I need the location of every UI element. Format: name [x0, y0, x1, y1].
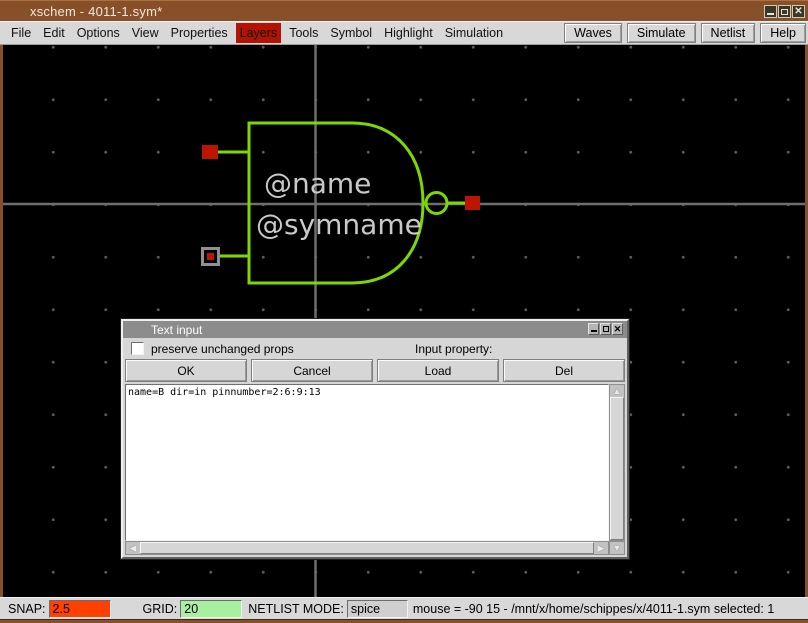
xschem-window: xschem - 4011-1.sym* ✕ File Edit Options…	[0, 0, 808, 623]
scroll-up-icon[interactable]: ▲	[610, 385, 624, 397]
horizontal-scrollbar[interactable]: ◀ ▶	[125, 541, 609, 555]
menu-simulation[interactable]: Simulation	[441, 23, 507, 43]
menu-view[interactable]: View	[128, 23, 163, 43]
maximize-icon[interactable]	[778, 5, 791, 18]
dialog-maximize-icon[interactable]	[600, 323, 611, 335]
menu-options[interactable]: Options	[73, 23, 124, 43]
pin-output[interactable]	[465, 196, 480, 210]
netlist-mode-input[interactable]: spice	[347, 600, 408, 618]
ok-button[interactable]: OK	[125, 359, 247, 382]
menu-layers[interactable]: Layers	[236, 23, 282, 43]
close-icon[interactable]: ✕	[792, 5, 805, 18]
mouse-coordinates-text: mouse = -90 15 - /mnt/x/home/schippes/x/…	[413, 602, 774, 616]
scroll-down-icon[interactable]: ▼	[609, 541, 625, 555]
horizontal-scroll-thumb[interactable]	[140, 542, 594, 554]
dialog-title: Text input	[151, 323, 202, 337]
pin-input-bottom[interactable]	[207, 253, 214, 260]
menu-file[interactable]: File	[7, 23, 35, 43]
statusbar: SNAP: 2.5 GRID: 20 NETLIST MODE: spice m…	[0, 597, 808, 619]
text-input-dialog: Text input ✕ preserve unchanged props In…	[121, 319, 629, 559]
menu-symbol[interactable]: Symbol	[326, 23, 376, 43]
symbol-name-label[interactable]: @name	[264, 167, 371, 200]
help-button[interactable]: Help	[760, 23, 806, 43]
cancel-button[interactable]: Cancel	[251, 359, 373, 382]
menu-properties[interactable]: Properties	[167, 23, 232, 43]
preserve-props-checkbox[interactable]	[131, 342, 144, 355]
dialog-titlebar[interactable]: Text input ✕	[123, 321, 627, 338]
load-button[interactable]: Load	[377, 359, 499, 382]
vertical-scroll-thumb[interactable]	[610, 397, 624, 540]
vertical-scrollbar[interactable]: ▲	[609, 384, 625, 541]
minimize-icon[interactable]	[764, 5, 777, 18]
pin-input-top[interactable]	[202, 145, 218, 159]
window-titlebar[interactable]: xschem - 4011-1.sym* ✕	[0, 0, 808, 21]
menu-highlight[interactable]: Highlight	[380, 23, 437, 43]
snap-input[interactable]: 2.5	[49, 600, 111, 618]
property-textarea[interactable]: name=B dir=in pinnumber=2:6:9:13	[125, 384, 609, 541]
dialog-minimize-icon[interactable]	[588, 323, 599, 335]
window-title: xschem - 4011-1.sym*	[30, 4, 162, 19]
input-property-label: Input property:	[415, 342, 492, 356]
symbol-symname-label[interactable]: @symname	[256, 208, 422, 241]
window-frame-bottom	[0, 619, 808, 623]
preserve-props-label: preserve unchanged props	[151, 342, 294, 356]
netlist-mode-label: NETLIST MODE:	[248, 602, 344, 616]
scroll-left-icon[interactable]: ◀	[126, 542, 140, 554]
netlist-button[interactable]: Netlist	[701, 23, 756, 43]
grid-input[interactable]: 20	[180, 600, 242, 618]
menu-edit[interactable]: Edit	[39, 23, 69, 43]
waves-button[interactable]: Waves	[564, 23, 622, 43]
menubar: File Edit Options View Properties Layers…	[0, 21, 808, 45]
simulate-button[interactable]: Simulate	[627, 23, 696, 43]
dialog-close-icon[interactable]: ✕	[612, 323, 623, 335]
scroll-right-icon[interactable]: ▶	[594, 542, 608, 554]
menu-tools[interactable]: Tools	[285, 23, 322, 43]
del-button[interactable]: Del	[503, 359, 625, 382]
snap-label: SNAP:	[8, 602, 46, 616]
grid-label: GRID:	[143, 602, 178, 616]
